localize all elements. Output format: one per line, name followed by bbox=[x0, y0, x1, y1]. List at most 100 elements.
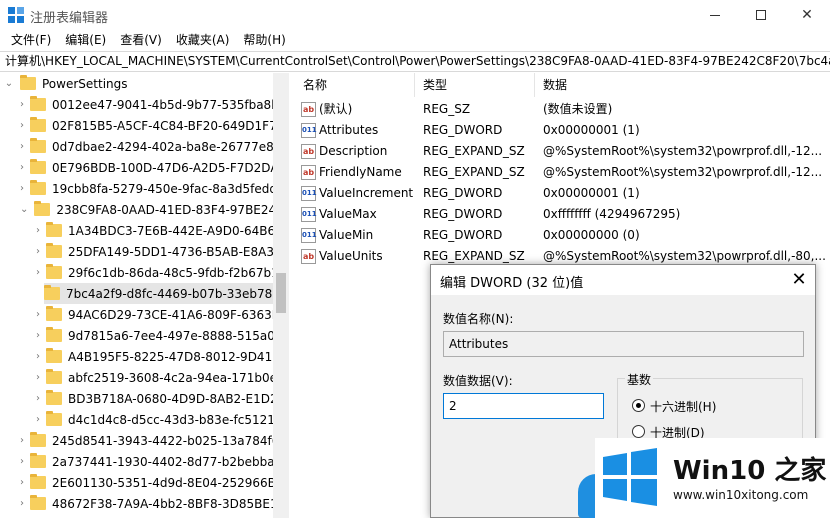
tree-item[interactable]: › 94AC6D29-73CE-41A6-809F-6363BA bbox=[36, 304, 288, 325]
tree-item[interactable]: › 29f6c1db-86da-48c5-9fdb-f2b67b1 bbox=[36, 262, 279, 283]
tree-item[interactable]: › 25DFA149-5DD1-4736-B5AB-E8A37 bbox=[36, 241, 282, 262]
list-item[interactable]: 011 Attributes REG_DWORD 0x00000001 (1) bbox=[295, 120, 830, 141]
tree-item[interactable]: › 48672F38-7A9A-4bb2-8BF8-3D85BE19 bbox=[20, 493, 285, 514]
menu-view[interactable]: 查看(V) bbox=[113, 30, 169, 50]
hex-radio-label[interactable]: 十六进制(H) bbox=[650, 398, 716, 415]
list-item[interactable]: ab (默认) REG_SZ (数值未设置) bbox=[295, 99, 830, 120]
dec-radio[interactable] bbox=[632, 425, 645, 438]
tree-item-label: 2E601130-5351-4d9d-8E04-252966BA bbox=[52, 475, 285, 490]
list-item[interactable]: 011 ValueMin REG_DWORD 0x00000000 (0) bbox=[295, 225, 830, 246]
menu-help[interactable]: 帮助(H) bbox=[236, 30, 292, 50]
tree-item-label: 94AC6D29-73CE-41A6-809F-6363BA bbox=[68, 307, 289, 322]
regedit-app-icon bbox=[8, 7, 24, 23]
tree-item-label: d4c1d4c8-d5cc-43d3-b83e-fc51215 bbox=[68, 412, 283, 427]
close-button[interactable]: ✕ bbox=[784, 0, 830, 30]
chevron-right-icon[interactable]: › bbox=[36, 267, 40, 278]
binary-value-icon: 011 bbox=[301, 207, 317, 222]
chevron-right-icon[interactable]: › bbox=[20, 498, 24, 509]
menu-edit[interactable]: 编辑(E) bbox=[58, 30, 113, 50]
folder-icon bbox=[20, 75, 36, 90]
hex-radio[interactable] bbox=[632, 399, 645, 412]
chevron-right-icon[interactable]: › bbox=[36, 225, 40, 236]
menu-file[interactable]: 文件(F) bbox=[4, 30, 58, 50]
close-icon: ✕ bbox=[791, 269, 807, 290]
list-item[interactable]: ab Description REG_EXPAND_SZ @%SystemRoot%\… bbox=[295, 141, 830, 162]
tree-item[interactable]: › 9d7815a6-7ee4-497e-8888-515a05 bbox=[36, 325, 283, 346]
column-header-type[interactable]: 类型 bbox=[415, 73, 535, 97]
minimize-button[interactable] bbox=[692, 0, 738, 30]
chevron-right-icon[interactable]: › bbox=[20, 477, 24, 488]
folder-icon bbox=[30, 432, 46, 447]
binary-value-icon: 011 bbox=[301, 186, 317, 201]
value-type: REG_EXPAND_SZ bbox=[423, 165, 525, 179]
tree-item[interactable]: 7bc4a2f9-d8fc-4469-b07b-33eb785 bbox=[44, 283, 280, 304]
list-item[interactable]: 011 ValueMax REG_DWORD 0xffffffff (42949672… bbox=[295, 204, 830, 225]
tree-item[interactable]: › 19cbb8fa-5279-450e-9fac-8a3d5fedd bbox=[20, 178, 277, 199]
value-type: REG_EXPAND_SZ bbox=[423, 144, 525, 158]
folder-icon bbox=[46, 243, 62, 258]
tree-item-label: 0012ee47-9041-4b5d-9b77-535fba8b bbox=[52, 97, 279, 112]
dialog-close-button[interactable]: ✕ bbox=[785, 267, 813, 293]
chevron-right-icon[interactable]: › bbox=[20, 162, 24, 173]
tree-item[interactable]: › A4B195F5-8225-47D8-8012-9D4136 bbox=[36, 346, 287, 367]
chevron-right-icon[interactable]: › bbox=[20, 99, 24, 110]
tree-item[interactable]: ⌄ 238C9FA8-0AAD-41ED-83F4-97BE242C bbox=[20, 199, 288, 220]
value-data: 0x00000001 (1) bbox=[543, 186, 640, 200]
chevron-right-icon[interactable]: › bbox=[20, 141, 24, 152]
chevron-right-icon[interactable]: › bbox=[36, 330, 40, 341]
value-data-input[interactable]: 2 bbox=[443, 393, 604, 419]
tree-item-label: 9d7815a6-7ee4-497e-8888-515a05 bbox=[68, 328, 283, 343]
tree-item[interactable]: ⌄ PowerSettings bbox=[4, 73, 273, 94]
string-value-icon: ab bbox=[301, 165, 316, 180]
folder-icon bbox=[46, 411, 62, 426]
menu-favorites[interactable]: 收藏夹(A) bbox=[169, 30, 237, 50]
chevron-right-icon[interactable]: › bbox=[36, 372, 40, 383]
tree-item[interactable]: › 02F815B5-A5CF-4C84-BF20-649D1F75 bbox=[20, 115, 284, 136]
chevron-right-icon[interactable]: › bbox=[20, 120, 24, 131]
tree-item[interactable]: › 2a737441-1930-4402-8d77-b2bebba3 bbox=[20, 451, 282, 472]
chevron-right-icon[interactable]: › bbox=[36, 414, 40, 425]
tree-item[interactable]: › 0E796BDB-100D-47D6-A2D5-F7D2DA bbox=[20, 157, 279, 178]
chevron-right-icon[interactable]: › bbox=[20, 183, 24, 194]
tree-scrollbar-thumb[interactable] bbox=[276, 273, 286, 313]
tree-item[interactable]: › abfc2519-3608-4c2a-94ea-171b0ed bbox=[36, 367, 285, 388]
chevron-right-icon[interactable]: › bbox=[20, 435, 24, 446]
tree-item[interactable]: › 0d7dbae2-4294-402a-ba8e-26777e84 bbox=[20, 136, 281, 157]
list-header: 名称 类型 数据 bbox=[295, 73, 830, 97]
chevron-right-icon[interactable]: › bbox=[36, 309, 40, 320]
folder-icon bbox=[44, 285, 60, 300]
value-name-label: 数值名称(N): bbox=[443, 312, 514, 326]
value-name: ValueMax bbox=[319, 207, 377, 221]
value-name: ValueUnits bbox=[319, 249, 383, 263]
tree-item-label: 245d8541-3943-4422-b025-13a784f6 bbox=[52, 433, 280, 448]
string-value-icon: ab bbox=[301, 144, 316, 159]
tree-item[interactable]: › 0012ee47-9041-4b5d-9b77-535fba8b bbox=[20, 94, 279, 115]
folder-icon bbox=[46, 327, 62, 342]
value-data: 0x00000001 (1) bbox=[543, 123, 640, 137]
chevron-down-icon[interactable]: ⌄ bbox=[4, 78, 14, 89]
chevron-down-icon[interactable]: ⌄ bbox=[20, 204, 28, 215]
maximize-button[interactable] bbox=[738, 0, 784, 30]
string-value-icon: ab bbox=[301, 102, 316, 117]
address-bar[interactable]: 计算机\HKEY_LOCAL_MACHINE\SYSTEM\CurrentCon… bbox=[0, 51, 830, 72]
list-item[interactable]: 011 ValueIncrement REG_DWORD 0x00000001 (1) bbox=[295, 183, 830, 204]
tree-item[interactable]: › 2E601130-5351-4d9d-8E04-252966BA bbox=[20, 472, 284, 493]
folder-icon bbox=[30, 117, 46, 132]
tree-item[interactable]: › 245d8541-3943-4422-b025-13a784f6 bbox=[20, 430, 279, 451]
chevron-right-icon[interactable]: › bbox=[36, 351, 40, 362]
tree-item-label: 25DFA149-5DD1-4736-B5AB-E8A37 bbox=[68, 244, 282, 259]
tree-item[interactable]: › 1A34BDC3-7E6B-442E-A9D0-64B6E bbox=[36, 220, 283, 241]
tree-scrollbar[interactable] bbox=[273, 73, 289, 518]
tree-item[interactable]: › d4c1d4c8-d5cc-43d3-b83e-fc51215 bbox=[36, 409, 283, 430]
column-header-name[interactable]: 名称 bbox=[295, 73, 415, 97]
column-header-data[interactable]: 数据 bbox=[535, 73, 830, 97]
folder-icon bbox=[34, 201, 51, 216]
chevron-right-icon[interactable]: › bbox=[36, 246, 40, 257]
tree-item[interactable]: › BD3B718A-0680-4D9D-8AB2-E1D2B bbox=[36, 388, 286, 409]
list-item[interactable]: ab FriendlyName REG_EXPAND_SZ @%SystemRoot%… bbox=[295, 162, 830, 183]
dialog-title-bar: 编辑 DWORD (32 位)值 ✕ bbox=[431, 265, 815, 295]
folder-icon bbox=[30, 159, 46, 174]
chevron-right-icon[interactable]: › bbox=[20, 456, 24, 467]
watermark-url: www.win10xitong.com bbox=[673, 488, 809, 502]
chevron-right-icon[interactable]: › bbox=[36, 393, 40, 404]
